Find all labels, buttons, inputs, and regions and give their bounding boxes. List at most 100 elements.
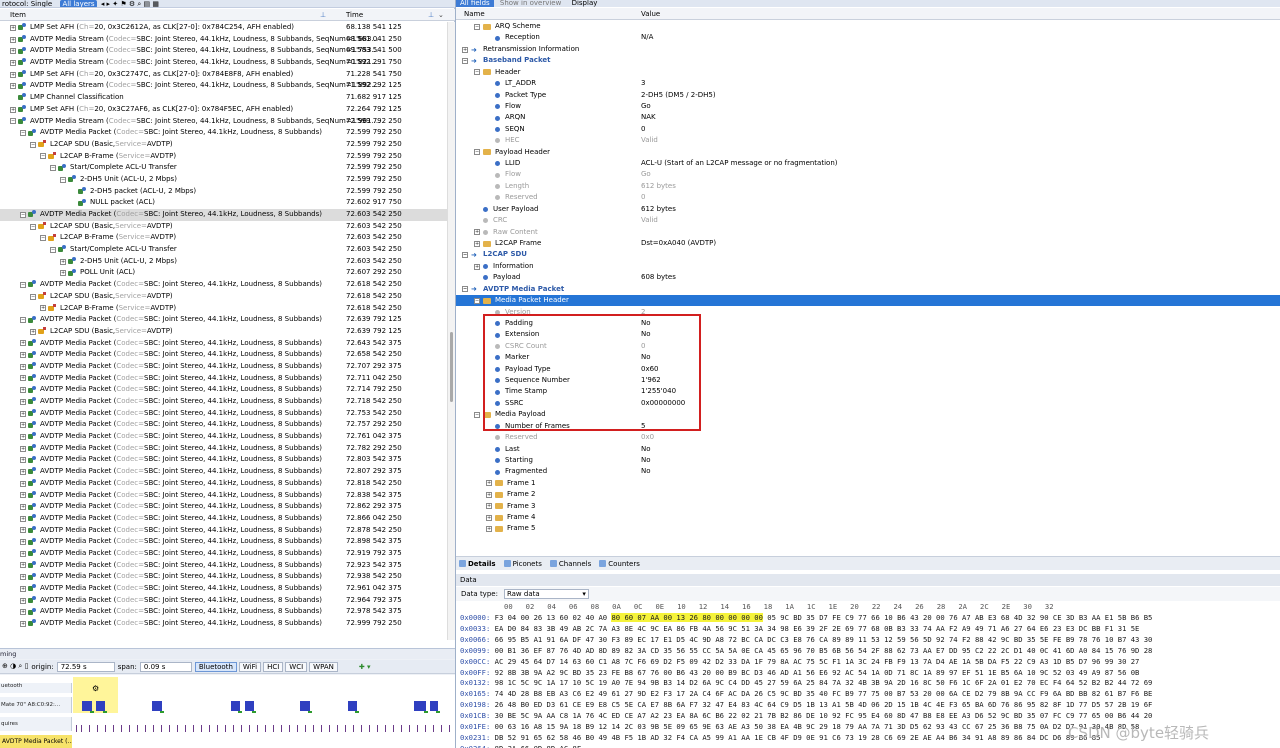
expand-icon[interactable]: + <box>10 48 16 55</box>
expand-icon[interactable]: + <box>20 515 26 522</box>
packet-row[interactable]: + AVDTP Media Packet (Codec= SBC: Joint St… <box>0 560 447 572</box>
tab-channels[interactable]: Channels <box>549 560 591 568</box>
detail-row[interactable]: + Frame 3 <box>456 501 1280 512</box>
detail-row[interactable]: CRC Valid <box>456 215 1280 226</box>
expand-icon[interactable]: − <box>474 297 480 304</box>
packet-row[interactable]: + AVDTP Media Packet (Codec= SBC: Joint St… <box>0 373 447 385</box>
detail-row[interactable]: Payload 608 bytes <box>456 272 1280 283</box>
detail-row[interactable]: User Payload 612 bytes <box>456 204 1280 215</box>
expand-icon[interactable]: − <box>10 118 16 125</box>
expand-icon[interactable]: + <box>20 480 26 487</box>
detail-row[interactable]: Reception N/A <box>456 32 1280 43</box>
expand-icon[interactable]: + <box>40 305 46 312</box>
packet-row[interactable]: + LMP Set AFH (Ch= 20, 0x3C2747C, as CLK[2… <box>0 69 447 81</box>
expand-icon[interactable]: + <box>474 263 480 270</box>
detail-row[interactable]: − ARQ Scheme <box>456 21 1280 32</box>
packet-row[interactable]: − AVDTP Media Packet (Codec= SBC: Joint St… <box>0 209 447 221</box>
hex-row[interactable]: 0x0033: EA D0 84 83 3B 49 AB 2C 7A A3 8E… <box>460 624 1139 635</box>
expand-icon[interactable]: − <box>30 223 36 230</box>
packet-block[interactable] <box>245 701 254 711</box>
expand-icon[interactable]: + <box>20 527 26 534</box>
pin-icon[interactable]: ⊥ <box>320 11 326 19</box>
filter-wpan[interactable]: WPAN <box>309 661 338 672</box>
detail-row[interactable]: SEQN 0 <box>456 124 1280 135</box>
add-icon[interactable]: ✚ ▾ <box>359 663 371 671</box>
packet-block[interactable] <box>414 701 426 711</box>
packet-row[interactable]: − Start/Complete ACL-U Transfer 72.599 792… <box>0 162 447 174</box>
packet-row[interactable]: + AVDTP Media Packet (Codec= SBC: Joint St… <box>0 525 447 537</box>
detail-row[interactable]: Last No <box>456 444 1280 455</box>
packet-row[interactable]: + POLL Unit (ACL) 72.607 292 250 <box>0 267 447 279</box>
expand-icon[interactable]: + <box>462 46 468 53</box>
hex-row[interactable]: 0x0000: F3 04 00 26 13 60 02 40 A0 80 60… <box>460 613 1152 624</box>
packet-row[interactable]: − AVDTP Media Packet (Codec= SBC: Joint St… <box>0 127 447 139</box>
detail-row[interactable]: Length 612 bytes <box>456 181 1280 192</box>
packet-block[interactable] <box>300 701 310 711</box>
data-type-select[interactable]: Raw data ▾ <box>503 589 589 599</box>
detail-row[interactable]: Reserved 0x0 <box>456 432 1280 443</box>
packet-block[interactable] <box>348 701 357 711</box>
show-in-overview-button[interactable]: Show in overview <box>496 0 565 7</box>
expand-icon[interactable]: + <box>10 24 16 31</box>
scrollbar-thumb[interactable] <box>450 332 453 402</box>
packet-row[interactable]: + AVDTP Media Packet (Codec= SBC: Joint St… <box>0 454 447 466</box>
packet-row[interactable]: − L2CAP B-Frame (Service= AVDTP) 72.599 792… <box>0 151 447 163</box>
detail-row[interactable]: + Frame 1 <box>456 478 1280 489</box>
expand-icon[interactable]: − <box>474 23 480 30</box>
detail-row[interactable]: LT_ADDR 3 <box>456 78 1280 89</box>
expand-icon[interactable]: + <box>20 585 26 592</box>
detail-row[interactable]: LLID ACL-U (Start of an L2CAP message or … <box>456 158 1280 169</box>
packet-row[interactable]: + AVDTP Media Packet (Codec= SBC: Joint St… <box>0 466 447 478</box>
packet-row[interactable]: + AVDTP Media Packet (Codec= SBC: Joint St… <box>0 513 447 525</box>
packet-row[interactable]: − Start/Complete ACL-U Transfer 72.603 542… <box>0 244 447 256</box>
detail-row[interactable]: Packet Type 2-DH5 (DM5 / 2-DH5) <box>456 90 1280 101</box>
column-item[interactable]: Item <box>10 11 26 19</box>
expand-icon[interactable]: + <box>20 340 26 347</box>
packet-row[interactable]: + AVDTP Media Packet (Codec= SBC: Joint St… <box>0 349 447 361</box>
expand-icon[interactable]: + <box>10 71 16 78</box>
packet-row[interactable]: +2-DH5 Unit (ACL-U, 2 Mbps) 72.603 542 25… <box>0 256 447 268</box>
packet-row[interactable]: + AVDTP Media Packet (Codec= SBC: Joint St… <box>0 606 447 618</box>
packet-row[interactable]: − AVDTP Media Stream (Codec= SBC: Joint St… <box>0 116 447 128</box>
packet-row[interactable]: + AVDTP Media Packet (Codec= SBC: Joint St… <box>0 338 447 350</box>
expand-icon[interactable]: + <box>20 574 26 581</box>
selected-packet-label[interactable]: AVDTP Media Packet (... <box>0 735 72 748</box>
expand-icon[interactable]: − <box>20 281 26 288</box>
detail-row[interactable]: + ➜ Retransmission Information <box>456 44 1280 55</box>
detail-row[interactable]: + Raw Content <box>456 227 1280 238</box>
protocol-selector[interactable]: rotocol: Single <box>0 0 54 7</box>
packet-row[interactable]: + AVDTP Media Packet (Codec= SBC: Joint St… <box>0 618 447 630</box>
expand-icon[interactable]: + <box>486 480 492 487</box>
packet-block[interactable] <box>96 701 105 711</box>
packet-row[interactable]: NULL packet (ACL) 72.602 917 750 <box>0 197 447 209</box>
packet-row[interactable]: + L2CAP B-Frame (Service= AVDTP) 72.618 542… <box>0 303 447 315</box>
expand-icon[interactable]: + <box>30 328 36 335</box>
detail-row[interactable]: − Payload Header <box>456 147 1280 158</box>
packet-row[interactable]: + AVDTP Media Packet (Codec= SBC: Joint St… <box>0 501 447 513</box>
expand-icon[interactable]: − <box>40 235 46 242</box>
expand-icon[interactable]: + <box>20 504 26 511</box>
hex-row[interactable]: 0x0165: 74 4D 28 B8 EB A3 C6 E2 49 61 27… <box>460 689 1152 700</box>
expand-icon[interactable]: − <box>20 211 26 218</box>
expand-icon[interactable]: + <box>20 363 26 370</box>
detail-row[interactable]: + L2CAP Frame Dst=0xA040 (AVDTP) <box>456 238 1280 249</box>
expand-icon[interactable]: + <box>20 422 26 429</box>
packet-row[interactable]: + AVDTP Media Stream (Codec= SBC: Joint St… <box>0 34 447 46</box>
detail-row[interactable]: Flow Go <box>456 169 1280 180</box>
expand-icon[interactable]: + <box>486 491 492 498</box>
packet-row[interactable]: − L2CAP SDU (Basic, Service= AVDTP) 72.599 … <box>0 139 447 151</box>
packet-row[interactable]: + L2CAP SDU (Basic, Service= AVDTP) 72.639 … <box>0 326 447 338</box>
filter-hci[interactable]: HCI <box>263 661 284 672</box>
detail-row[interactable]: − Header <box>456 67 1280 78</box>
detail-row[interactable]: Flow Go <box>456 101 1280 112</box>
pane-divider[interactable] <box>455 0 456 748</box>
detail-row[interactable]: + Information <box>456 261 1280 272</box>
expand-icon[interactable]: + <box>486 503 492 510</box>
packet-row[interactable]: − AVDTP Media Packet (Codec= SBC: Joint St… <box>0 279 447 291</box>
detail-row[interactable]: HEC Valid <box>456 135 1280 146</box>
packet-block[interactable] <box>152 701 162 711</box>
packet-row[interactable]: + AVDTP Media Packet (Codec= SBC: Joint St… <box>0 490 447 502</box>
packet-row[interactable]: + AVDTP Media Packet (Codec= SBC: Joint St… <box>0 361 447 373</box>
packet-row[interactable]: − L2CAP B-Frame (Service= AVDTP) 72.603 542… <box>0 232 447 244</box>
hex-row[interactable]: 0x0066: 66 95 B5 A1 91 6A DF 47 30 F3 89… <box>460 635 1152 646</box>
